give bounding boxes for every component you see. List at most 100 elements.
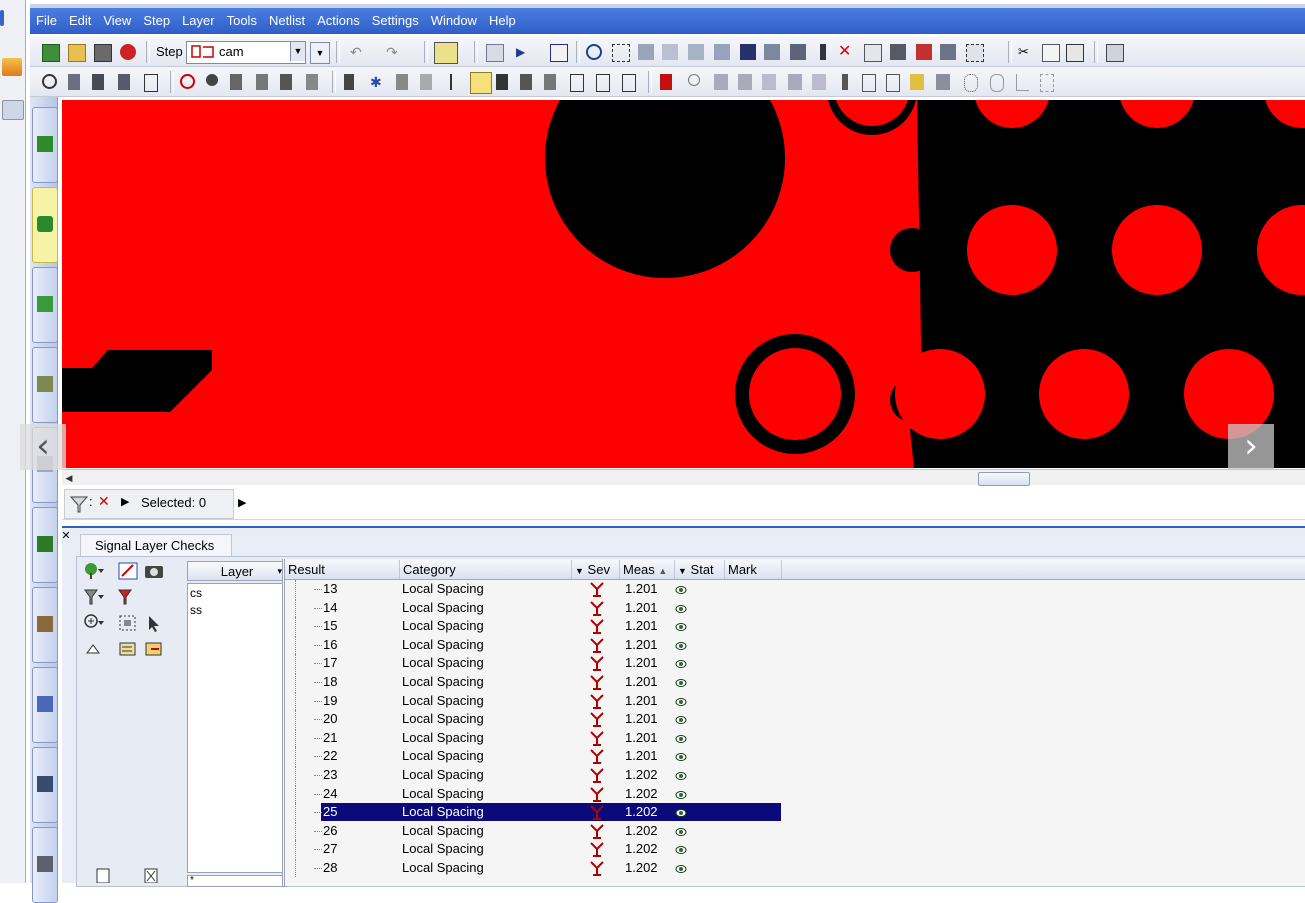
side-analysis-button[interactable] <box>32 187 58 263</box>
select-box-icon[interactable] <box>966 44 984 62</box>
table-row[interactable]: 22 Local Spacing 1.201 <box>285 747 1305 766</box>
status-eye-icon[interactable] <box>675 620 687 632</box>
zoom-area-icon[interactable] <box>612 44 630 62</box>
step-combo[interactable]: cam ▼ <box>186 41 306 64</box>
status-eye-icon[interactable] <box>675 788 687 799</box>
menu-item-settings[interactable]: Settings <box>366 8 425 34</box>
col-sev[interactable]: ▼ Sev <box>572 560 620 579</box>
table-row[interactable]: 24 Local Spacing 1.202 <box>285 784 1305 803</box>
array-icon[interactable] <box>306 74 318 90</box>
side-import-button[interactable] <box>32 107 58 183</box>
magnet-icon[interactable] <box>660 74 672 90</box>
curve-icon[interactable] <box>812 74 826 90</box>
page-icon[interactable] <box>93 867 113 884</box>
status-eye-icon[interactable] <box>675 657 687 669</box>
layer-list[interactable]: cs ss <box>187 583 287 873</box>
col-stat[interactable]: ▼ Stat <box>675 560 725 579</box>
side-view-button[interactable] <box>32 747 58 823</box>
slash-icon[interactable] <box>420 74 432 90</box>
table-row[interactable]: 26 Local Spacing 1.202 <box>285 821 1305 840</box>
corner-icon[interactable] <box>1016 74 1029 91</box>
status-eye-icon[interactable] <box>675 732 687 743</box>
status-eye-icon[interactable] <box>675 713 687 725</box>
side-table-button[interactable] <box>32 827 58 903</box>
knife-icon[interactable] <box>842 74 848 90</box>
open-folder-icon[interactable] <box>68 44 86 62</box>
slant-box-icon[interactable] <box>622 74 636 92</box>
status-eye-icon[interactable] <box>675 806 687 818</box>
menu-handle-icon[interactable] <box>0 10 4 26</box>
status-eye-icon[interactable] <box>675 583 687 594</box>
anchor-icon[interactable] <box>344 74 354 90</box>
close-job-icon[interactable] <box>120 44 136 60</box>
funnel-dropdown-icon[interactable] <box>83 587 105 607</box>
status-eye-icon[interactable] <box>675 825 687 836</box>
filter-icon[interactable] <box>69 494 89 514</box>
layer-column-header[interactable]: Layer ▾ <box>187 561 287 581</box>
add-line-icon[interactable] <box>92 74 104 90</box>
table-row[interactable]: 20 Local Spacing 1.201 <box>285 710 1305 729</box>
layer-filter-input[interactable]: * <box>187 875 287 887</box>
route-icon[interactable] <box>714 44 730 60</box>
copy-icon[interactable] <box>864 44 882 62</box>
col-category[interactable]: Category <box>400 560 572 579</box>
status-eye-icon[interactable] <box>675 843 687 855</box>
fan-4-icon[interactable] <box>788 74 802 90</box>
step-dropdown-button[interactable]: ▼ <box>310 42 330 64</box>
tab-signal-layer-checks[interactable]: Signal Layer Checks <box>80 534 232 556</box>
status-eye-icon[interactable] <box>675 862 687 873</box>
grid-icon[interactable] <box>740 44 756 60</box>
angle-icon[interactable] <box>396 74 408 90</box>
layer-list-item[interactable]: ss <box>190 602 284 619</box>
divider-icon[interactable] <box>450 74 452 90</box>
fan-icon[interactable] <box>714 74 728 90</box>
frame-icon[interactable] <box>1040 74 1054 92</box>
table-row[interactable]: 15 Local Spacing 1.201 <box>285 617 1305 636</box>
menu-item-help[interactable]: Help <box>483 8 522 34</box>
table-row[interactable]: 21 Local Spacing 1.201 <box>285 728 1305 747</box>
table-row[interactable]: 19 Local Spacing 1.201 <box>285 691 1305 710</box>
dots-icon[interactable] <box>964 74 978 92</box>
play-icon[interactable]: ▶ <box>121 495 129 508</box>
save-icon[interactable] <box>94 44 112 62</box>
align-icon[interactable]: ✱ <box>370 74 386 90</box>
open-job-icon[interactable] <box>42 44 60 62</box>
fan-3-icon[interactable] <box>762 74 776 90</box>
draw-icon[interactable] <box>790 44 806 60</box>
fan-2-icon[interactable] <box>738 74 752 90</box>
status-eye-icon[interactable] <box>675 602 687 613</box>
graphic-view-icon[interactable] <box>117 561 139 581</box>
text-a-outline-icon[interactable] <box>544 74 556 90</box>
side-board-button[interactable] <box>32 267 58 343</box>
report-icon[interactable] <box>550 44 568 62</box>
clear-selection-icon[interactable]: ✕ <box>98 493 110 510</box>
tool-icon[interactable] <box>2 100 24 120</box>
script-icon[interactable] <box>486 44 504 62</box>
layer-list-item[interactable]: cs <box>190 585 284 602</box>
measure-icon[interactable] <box>662 44 678 60</box>
camera-icon[interactable] <box>143 561 165 581</box>
side-output-button[interactable] <box>32 587 58 663</box>
pencil-icon[interactable] <box>68 74 80 90</box>
clear-list-icon[interactable] <box>141 867 161 884</box>
col-meas[interactable]: Meas ▲ <box>620 560 675 579</box>
mirror-icon[interactable] <box>280 74 292 90</box>
menu-item-window[interactable]: Window <box>425 8 483 34</box>
arc-icon[interactable] <box>256 74 268 90</box>
error-icon[interactable] <box>916 44 932 60</box>
status-eye-icon[interactable] <box>675 639 687 650</box>
table-row[interactable]: 16 Local Spacing 1.201 <box>285 635 1305 654</box>
zoom-icon[interactable] <box>586 44 602 60</box>
pcb-canvas[interactable] <box>62 100 1305 468</box>
zoom-dropdown-icon[interactable] <box>83 613 105 633</box>
list-edit-icon[interactable] <box>117 639 139 659</box>
selection-play-icon[interactable]: ▶ <box>238 496 246 509</box>
col-mark[interactable]: Mark <box>725 560 782 579</box>
attributes-icon[interactable] <box>940 44 956 60</box>
pointer-icon[interactable] <box>143 613 165 633</box>
menu-item-netlist[interactable]: Netlist <box>263 8 311 34</box>
menu-item-file[interactable]: File <box>30 8 63 34</box>
box-up-icon[interactable] <box>570 74 584 92</box>
tree-filter-icon[interactable] <box>83 561 105 581</box>
stat-filter-icon[interactable]: ▼ <box>678 566 687 576</box>
